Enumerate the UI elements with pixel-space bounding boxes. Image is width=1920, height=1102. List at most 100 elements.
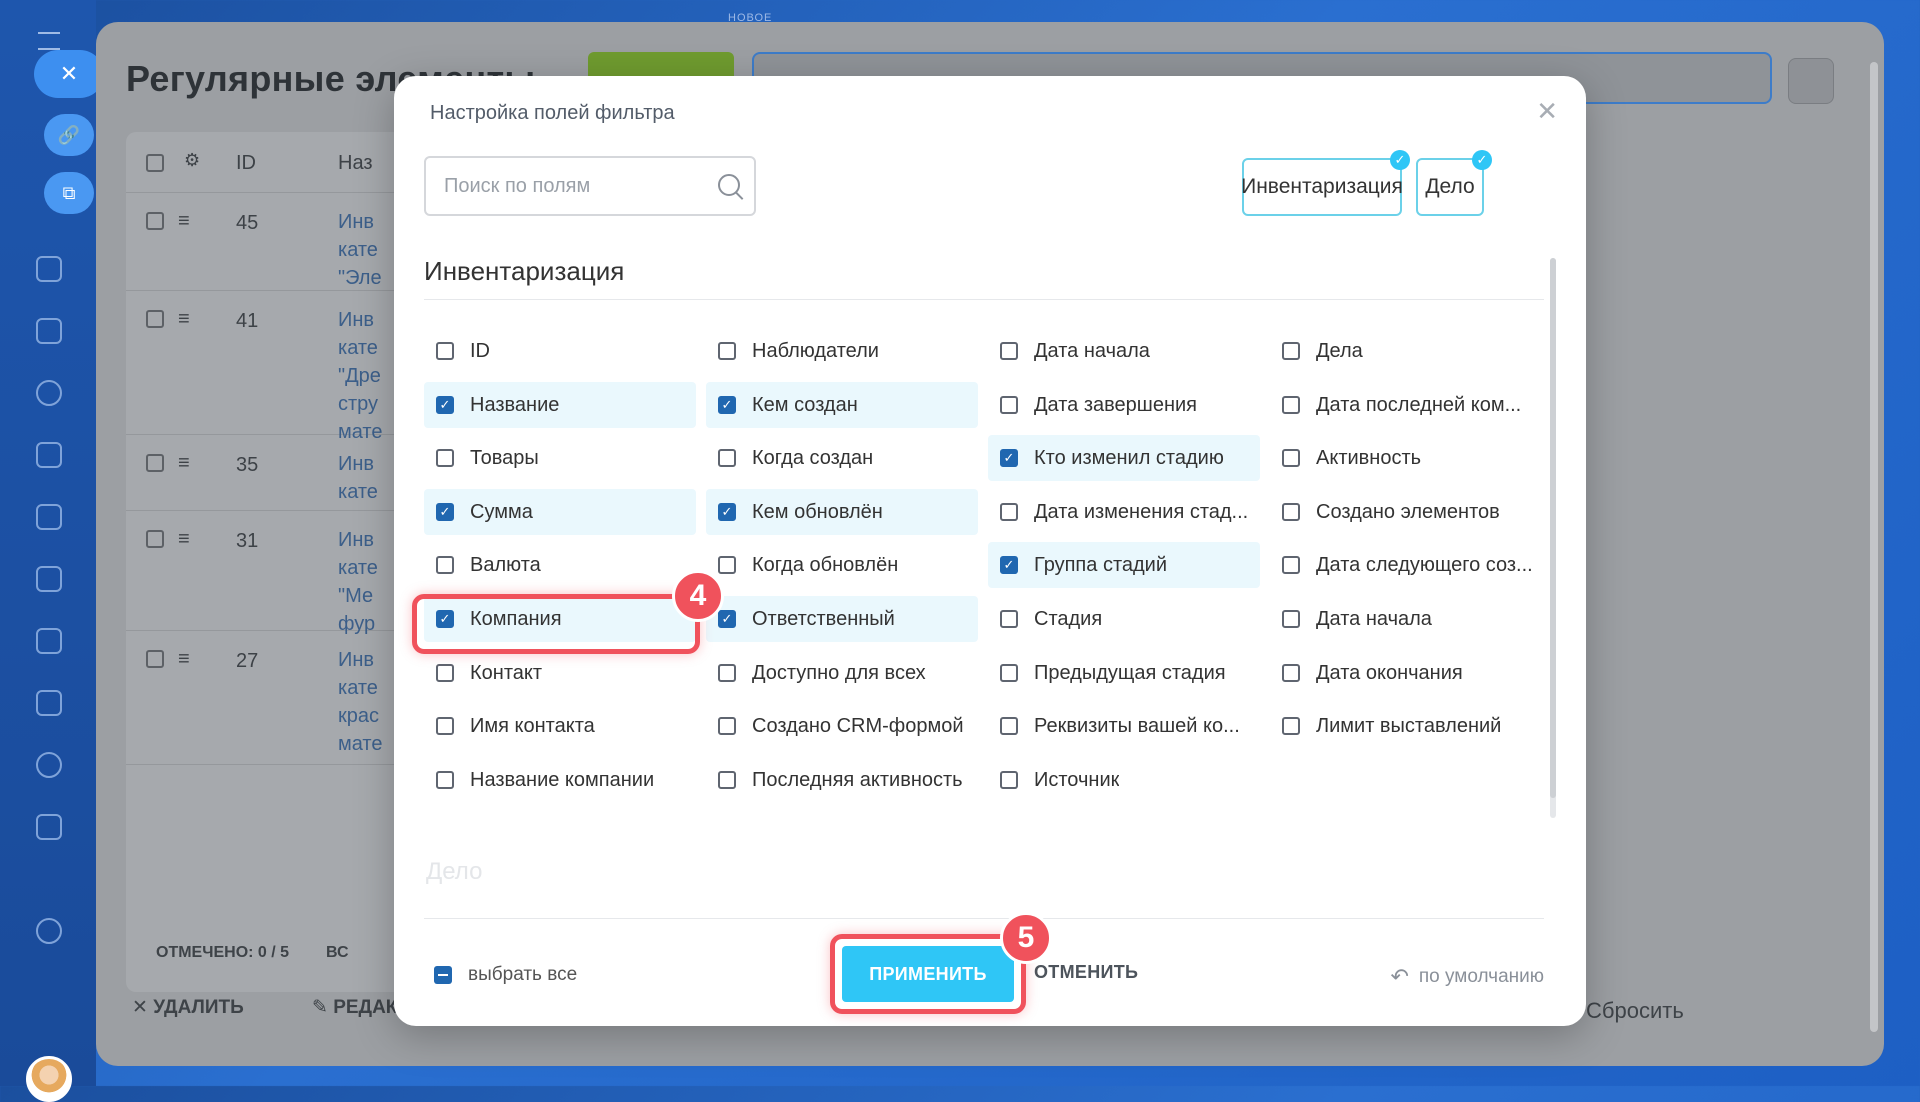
field-checkbox[interactable]: [436, 771, 454, 789]
field-option[interactable]: ✓ Группа стадий: [988, 542, 1260, 588]
field-checkbox[interactable]: [1000, 342, 1018, 360]
field-option[interactable]: Дела: [1270, 328, 1542, 374]
field-option[interactable]: ✓ Кто изменил стадию: [988, 435, 1260, 481]
calendar-icon[interactable]: [36, 442, 62, 468]
field-option[interactable]: Дата начала: [1270, 596, 1542, 642]
field-checkbox[interactable]: [718, 771, 736, 789]
storage-icon[interactable]: [36, 504, 62, 530]
field-checkbox[interactable]: [1000, 771, 1018, 789]
field-option[interactable]: Дата последней ком...: [1270, 382, 1542, 428]
settings-icon[interactable]: [36, 918, 62, 944]
field-checkbox[interactable]: ✓: [436, 396, 454, 414]
field-option[interactable]: ✓ Сумма: [424, 489, 696, 535]
field-option[interactable]: Источник: [988, 757, 1260, 803]
close-icon[interactable]: ✕: [34, 50, 104, 98]
checklist-icon[interactable]: [36, 814, 62, 840]
drag-handle-icon[interactable]: ≡: [178, 528, 190, 551]
drag-handle-icon[interactable]: ≡: [178, 648, 190, 671]
field-checkbox[interactable]: [1282, 664, 1300, 682]
search-icon[interactable]: [718, 174, 740, 196]
edit-button[interactable]: ✎ РЕДАК: [312, 996, 397, 1019]
mail-icon[interactable]: [36, 690, 62, 716]
field-checkbox[interactable]: ✓: [436, 503, 454, 521]
field-option[interactable]: ✓ Кем создан: [706, 382, 978, 428]
chat-icon[interactable]: [36, 256, 62, 282]
row-checkbox[interactable]: [146, 454, 164, 472]
field-option[interactable]: Предыдущая стадия: [988, 650, 1260, 696]
row-checkbox[interactable]: [146, 650, 164, 668]
field-checkbox[interactable]: [1282, 556, 1300, 574]
field-option[interactable]: Название компании: [424, 757, 696, 803]
field-option[interactable]: Создано элементов: [1270, 489, 1542, 535]
field-checkbox[interactable]: [1000, 717, 1018, 735]
field-checkbox[interactable]: [436, 449, 454, 467]
field-checkbox[interactable]: [1000, 396, 1018, 414]
field-checkbox[interactable]: [718, 556, 736, 574]
field-option[interactable]: Реквизиты вашей ко...: [988, 703, 1260, 749]
field-option[interactable]: Последняя активность: [706, 757, 978, 803]
field-option[interactable]: ✓ Кем обновлён: [706, 489, 978, 535]
tasks-icon[interactable]: [36, 380, 62, 406]
field-option[interactable]: Дата завершения: [988, 382, 1260, 428]
field-checkbox[interactable]: ✓: [1000, 556, 1018, 574]
field-checkbox[interactable]: [1282, 449, 1300, 467]
field-option[interactable]: Доступно для всех: [706, 650, 978, 696]
row-name[interactable]: Инв кате: [338, 450, 378, 506]
field-search-input[interactable]: [442, 174, 706, 199]
field-checkbox[interactable]: [1000, 664, 1018, 682]
field-option[interactable]: Наблюдатели: [706, 328, 978, 374]
field-option[interactable]: Валюта: [424, 542, 696, 588]
field-checkbox[interactable]: ✓: [718, 396, 736, 414]
row-checkbox[interactable]: [146, 310, 164, 328]
field-option[interactable]: Стадия: [988, 596, 1260, 642]
menu-icon[interactable]: [38, 32, 60, 50]
cancel-button[interactable]: ОТМЕНИТЬ: [1034, 962, 1138, 983]
field-checkbox[interactable]: [436, 664, 454, 682]
field-search[interactable]: [424, 156, 756, 216]
field-checkbox[interactable]: ✓: [718, 610, 736, 628]
select-all-checkbox[interactable]: [434, 966, 452, 984]
row-name[interactable]: Инв кате "Дре стру мате: [338, 306, 383, 446]
drag-handle-icon[interactable]: ≡: [178, 210, 190, 233]
field-checkbox[interactable]: [1282, 503, 1300, 521]
field-checkbox[interactable]: [718, 342, 736, 360]
board-icon[interactable]: [36, 628, 62, 654]
field-option[interactable]: Создано CRM-формой: [706, 703, 978, 749]
link-icon[interactable]: 🔗: [44, 114, 94, 156]
field-checkbox[interactable]: [1282, 717, 1300, 735]
field-checkbox[interactable]: ✓: [1000, 449, 1018, 467]
field-checkbox[interactable]: [1282, 610, 1300, 628]
reset-default-button[interactable]: ↶ по умолчанию: [1390, 964, 1544, 990]
field-checkbox[interactable]: [718, 664, 736, 682]
tag-inventory[interactable]: Инвентаризация ✓: [1241, 150, 1410, 216]
avatar[interactable]: [26, 1056, 72, 1102]
field-option[interactable]: ✓ Название: [424, 382, 696, 428]
open-external-icon[interactable]: ⧉: [44, 172, 94, 214]
field-checkbox[interactable]: [436, 556, 454, 574]
row-name[interactable]: Инв кате "Эле: [338, 208, 382, 292]
field-option[interactable]: ✓ Ответственный: [706, 596, 978, 642]
field-option[interactable]: Когда обновлён: [706, 542, 978, 588]
field-option[interactable]: Дата следующего соз...: [1270, 542, 1542, 588]
row-name[interactable]: Инв кате крас мате: [338, 646, 383, 758]
contacts-icon[interactable]: [36, 752, 62, 778]
field-checkbox[interactable]: [718, 449, 736, 467]
select-all-checkbox[interactable]: [146, 154, 164, 172]
settings-gear-icon[interactable]: ⚙: [184, 150, 200, 171]
news-icon[interactable]: [36, 318, 62, 344]
row-checkbox[interactable]: [146, 530, 164, 548]
select-all-toggle[interactable]: выбрать все: [434, 964, 577, 986]
delete-button[interactable]: ✕ УДАЛИТЬ: [132, 996, 244, 1019]
modal-scrollbar-thumb[interactable]: [1550, 258, 1556, 798]
close-icon[interactable]: ✕: [1536, 96, 1558, 127]
field-checkbox[interactable]: [1282, 396, 1300, 414]
field-checkbox[interactable]: [1282, 342, 1300, 360]
gear-icon[interactable]: [1788, 58, 1834, 104]
tag-deal[interactable]: Дело ✓: [1416, 150, 1492, 216]
field-checkbox[interactable]: [436, 717, 454, 735]
field-option[interactable]: Дата начала: [988, 328, 1260, 374]
field-option[interactable]: Дата окончания: [1270, 650, 1542, 696]
field-checkbox[interactable]: ✓: [718, 503, 736, 521]
reset-button[interactable]: Сбросить: [1586, 998, 1684, 1024]
field-checkbox[interactable]: [1000, 610, 1018, 628]
